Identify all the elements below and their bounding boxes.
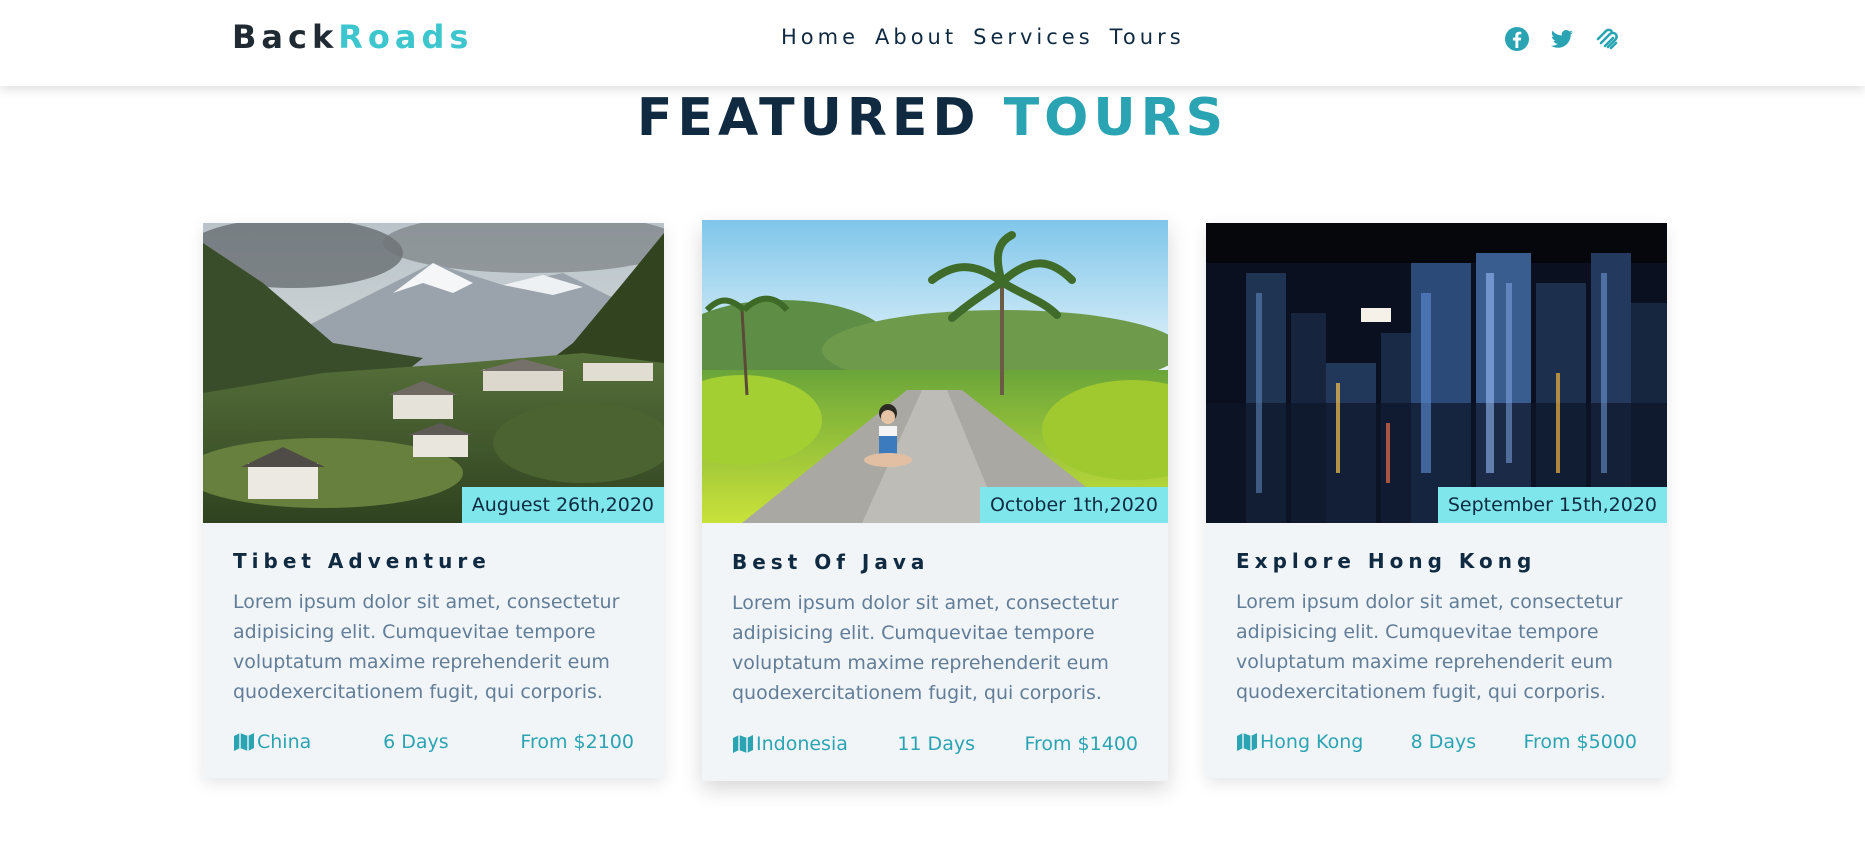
tour-duration: 11 Days — [897, 733, 975, 755]
tour-country: Indonesia — [732, 733, 848, 755]
facebook-icon[interactable] — [1504, 26, 1530, 52]
tour-country: Hong Kong — [1236, 731, 1363, 753]
nav-link-services[interactable]: Services — [973, 25, 1094, 49]
tour-date: October 1th,2020 — [979, 487, 1168, 523]
tour-date: September 15th,2020 — [1437, 487, 1667, 523]
map-icon — [733, 735, 753, 753]
twitter-icon[interactable] — [1549, 26, 1575, 52]
nav-link-tours[interactable]: Tours — [1110, 25, 1185, 49]
brand-logo-part2: Roads — [338, 18, 474, 56]
tour-footer: Hong Kong 8 Days From $5000 — [1236, 731, 1637, 753]
section-title: FEATURED TOURS — [0, 88, 1865, 148]
tour-title: Explore Hong Kong — [1236, 549, 1537, 573]
tour-price: From $2100 — [520, 731, 634, 753]
navbar: BackRoads Home About Services Tours — [0, 0, 1865, 86]
nav-links: Home About Services Tours — [781, 25, 1185, 49]
tour-title: Tibet Adventure — [233, 549, 491, 573]
tour-country-label: Hong Kong — [1260, 731, 1364, 753]
tour-date: Auguest 26th,2020 — [461, 487, 664, 523]
tour-country: China — [233, 731, 311, 753]
tour-description: Lorem ipsum dolor sit amet, consectetur … — [732, 592, 1119, 704]
tour-country-label: Indonesia — [756, 733, 848, 755]
tour-title: Best Of Java — [732, 550, 930, 574]
tour-duration: 6 Days — [383, 731, 449, 753]
tour-price: From $5000 — [1523, 731, 1637, 753]
tour-country-label: China — [257, 731, 312, 753]
mountain-village-photo — [203, 223, 664, 523]
tour-price: From $1400 — [1024, 733, 1138, 755]
tour-footer: Indonesia 11 Days From $1400 — [732, 733, 1138, 755]
tour-image: Auguest 26th,2020 — [203, 223, 664, 523]
section-title-part2: TOURS — [1003, 88, 1229, 148]
night-city-photo — [1206, 223, 1667, 523]
brand-logo-part1: Back — [232, 18, 339, 56]
tour-card-java[interactable]: October 1th,2020 Best Of Java Lorem ipsu… — [702, 220, 1168, 781]
social-links — [1504, 26, 1620, 52]
tour-image: September 15th,2020 — [1206, 223, 1667, 523]
tour-card-hongkong[interactable]: September 15th,2020 Explore Hong Kong Lo… — [1206, 223, 1667, 778]
tour-description: Lorem ipsum dolor sit amet, consectetur … — [233, 591, 620, 703]
section-title-part1: FEATURED — [636, 88, 981, 148]
map-icon — [1237, 733, 1257, 751]
map-icon — [234, 733, 254, 751]
tour-footer: China 6 Days From $2100 — [233, 731, 634, 753]
nav-link-about[interactable]: About — [875, 25, 957, 49]
nav-link-home[interactable]: Home — [781, 25, 859, 49]
tropical-road-photo — [702, 220, 1168, 523]
tour-description: Lorem ipsum dolor sit amet, consectetur … — [1236, 591, 1623, 703]
squarespace-icon[interactable] — [1594, 26, 1620, 52]
tour-duration: 8 Days — [1410, 731, 1477, 753]
tour-image: October 1th,2020 — [702, 220, 1168, 523]
brand-logo[interactable]: BackRoads — [232, 18, 473, 56]
tour-card-tibet[interactable]: Auguest 26th,2020 Tibet Adventure Lorem … — [203, 223, 664, 778]
